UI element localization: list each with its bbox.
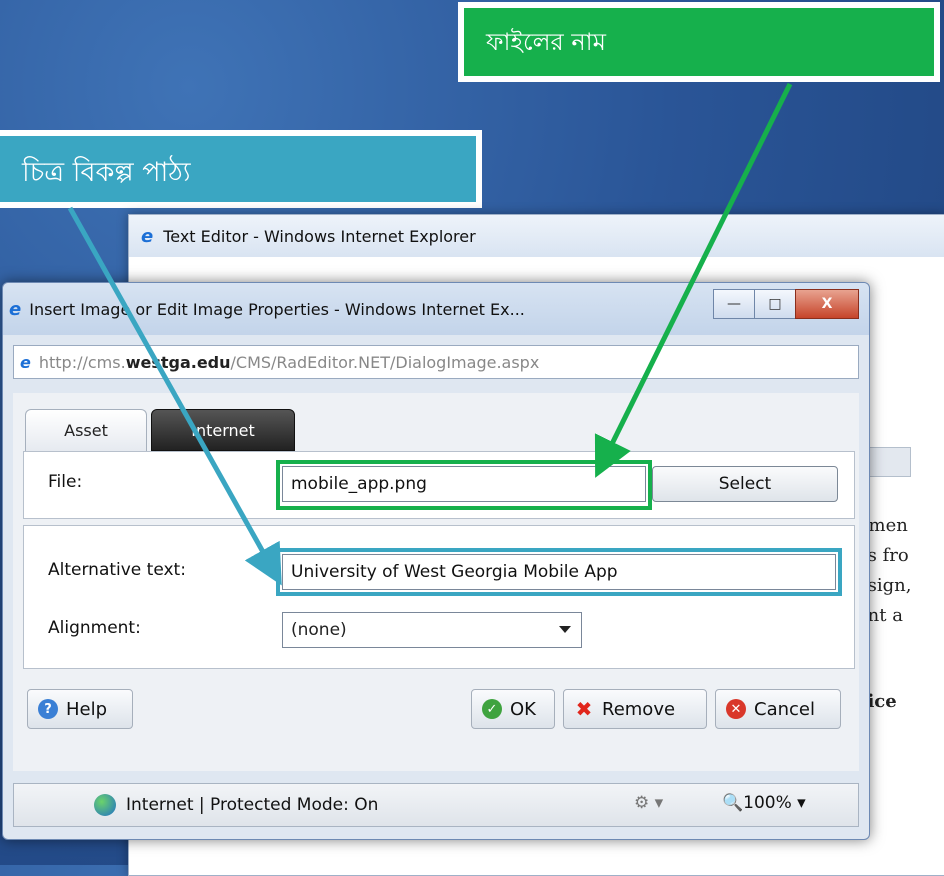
status-bar: Internet | Protected Mode: On ⚙ ▾ 🔍100% … xyxy=(13,783,859,827)
alt-text-highlight xyxy=(276,548,842,596)
minimize-button[interactable]: — xyxy=(713,289,755,319)
file-label: File: xyxy=(48,472,83,492)
maximize-button[interactable]: □ xyxy=(754,289,796,319)
ok-button[interactable]: ✓ OK xyxy=(471,689,555,729)
cancel-button[interactable]: ✕ Cancel xyxy=(715,689,841,729)
file-name-callout-text: ফাইলের নাম xyxy=(486,28,606,56)
security-zone-icon[interactable]: ⚙ ▾ xyxy=(634,793,663,813)
address-path: /CMS/RadEditor.NET/DialogImage.aspx xyxy=(230,352,540,372)
chevron-down-icon xyxy=(559,626,571,633)
text-editor-title: Text Editor - Windows Internet Explorer xyxy=(163,226,476,246)
properties-panel: Alternative text: University of West Geo… xyxy=(23,525,855,669)
alt-text-label: Alternative text: xyxy=(48,560,186,580)
address-bar[interactable]: e http://cms.westga.edu/CMS/RadEditor.NE… xyxy=(13,345,859,379)
dialog-title: Insert Image or Edit Image Properties - … xyxy=(29,299,525,319)
close-button[interactable]: X xyxy=(795,289,859,319)
help-icon: ? xyxy=(38,699,58,719)
file-name-highlight xyxy=(276,460,652,510)
alignment-select[interactable]: (none) xyxy=(282,612,582,648)
tab-internet[interactable]: Internet xyxy=(151,409,295,451)
window-controls: — □ X xyxy=(713,289,859,319)
address-domain: westga.edu xyxy=(125,352,231,372)
file-name-callout: ফাইলের নাম xyxy=(458,2,940,82)
zoom-control[interactable]: 🔍100% ▾ xyxy=(722,793,806,813)
ie-logo-icon: e xyxy=(141,225,154,247)
cancel-icon: ✕ xyxy=(726,699,746,719)
insert-image-dialog: e Insert Image or Edit Image Properties … xyxy=(2,282,870,840)
file-panel: File: mobile_app.png Select xyxy=(23,451,855,519)
remove-button[interactable]: ✖ Remove xyxy=(563,689,707,729)
remove-x-icon: ✖ xyxy=(575,697,593,721)
zoom-value: 100% xyxy=(743,793,792,813)
help-button[interactable]: ? Help xyxy=(27,689,133,729)
alt-text-callout-text: চিত্র বিকল্প পাঠ্য xyxy=(22,157,191,188)
address-prefix: http://cms. xyxy=(38,352,126,372)
ok-label: OK xyxy=(510,698,536,720)
text-editor-title-bar: e Text Editor - Windows Internet Explore… xyxy=(129,215,944,258)
globe-icon xyxy=(94,794,116,816)
select-button[interactable]: Select xyxy=(652,466,838,502)
alt-text-callout: চিত্র বিকল্প পাঠ্য xyxy=(0,130,482,208)
alignment-value: (none) xyxy=(291,620,347,640)
cancel-label: Cancel xyxy=(754,698,815,720)
check-icon: ✓ xyxy=(482,699,502,719)
dialog-title-bar[interactable]: e Insert Image or Edit Image Properties … xyxy=(3,283,869,335)
remove-label: Remove xyxy=(602,698,676,720)
help-label: Help xyxy=(66,698,108,720)
ie-logo-icon: e xyxy=(9,298,22,320)
address-url: http://cms.westga.edu/CMS/RadEditor.NET/… xyxy=(39,353,539,372)
alignment-label: Alignment: xyxy=(48,618,141,638)
dialog-content: Asset Internet File: mobile_app.png Sele… xyxy=(13,393,859,771)
tab-asset[interactable]: Asset xyxy=(25,409,147,451)
page-icon: e xyxy=(20,352,31,372)
protected-mode-status: Internet | Protected Mode: On xyxy=(126,795,379,815)
